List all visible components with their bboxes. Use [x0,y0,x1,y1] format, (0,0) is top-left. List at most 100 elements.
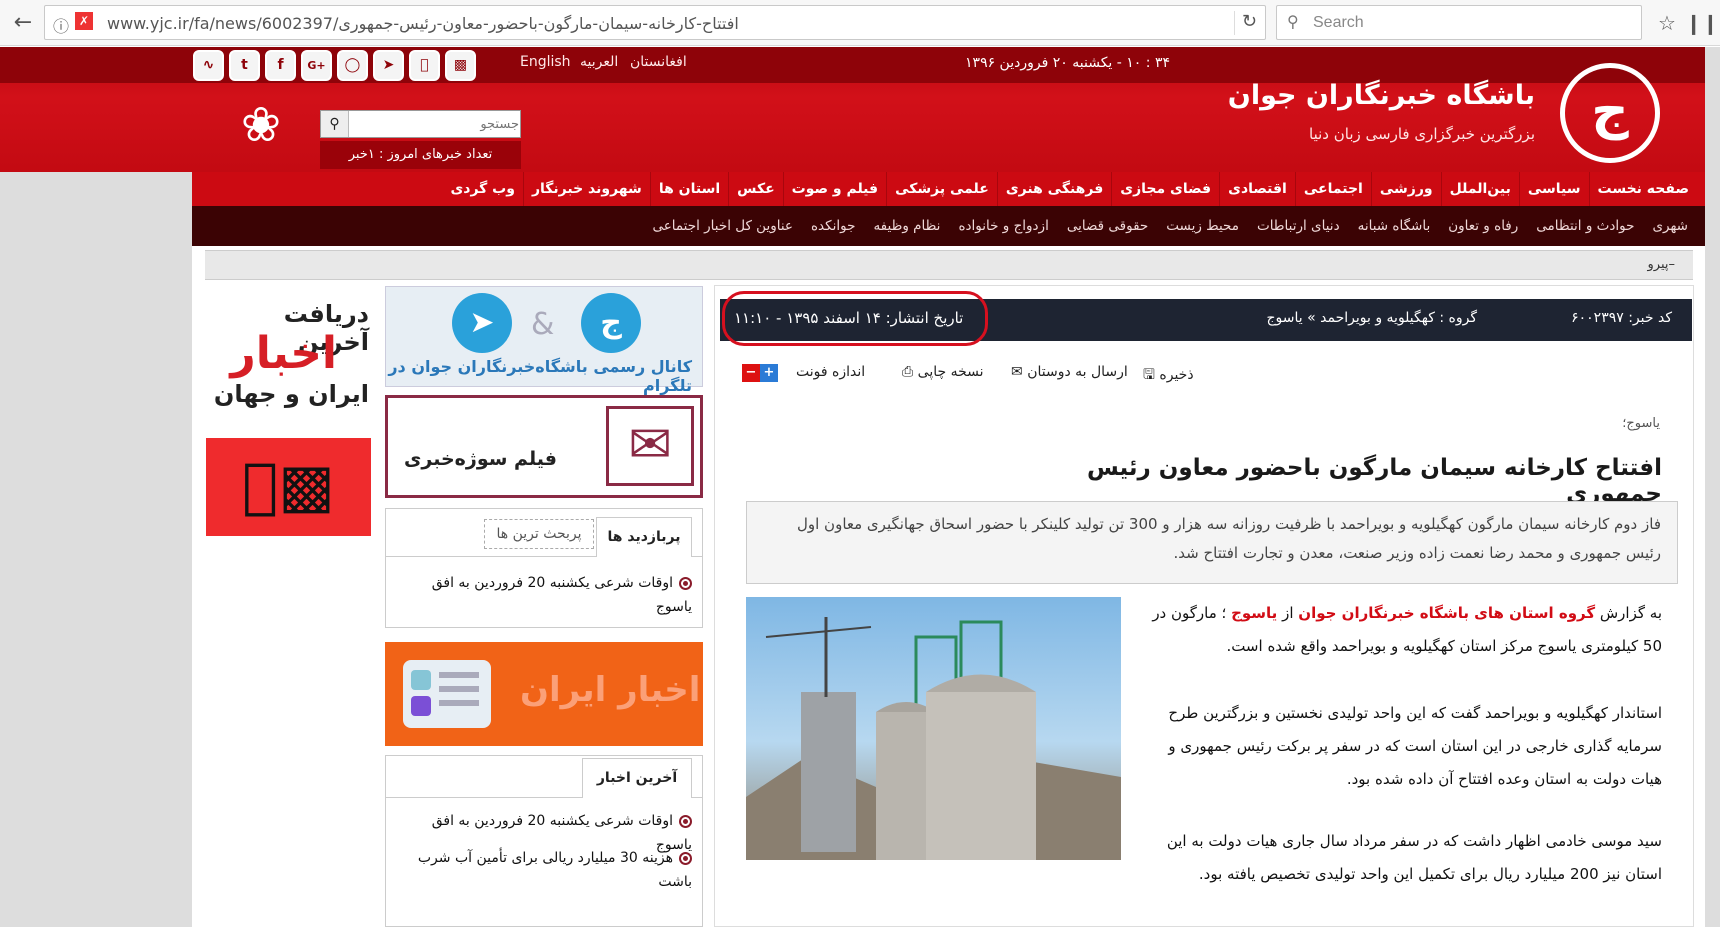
tab-most-viewed[interactable]: پربازدید ها [596,517,692,557]
site-search-button[interactable]: ⚲ [321,111,349,137]
nav-international[interactable]: بین‌الملل [1440,172,1519,206]
back-button[interactable]: ← [6,6,40,40]
article-lead: فاز دوم کارخانه سیمان مارگون کهگیلویه و … [746,501,1678,584]
telegram-icon[interactable]: ➤ [373,50,404,81]
print-button[interactable]: نسخه چاپی ⎙ [902,364,984,380]
subnav-item[interactable]: دنیای ارتباطات [1248,218,1349,234]
print-label: نسخه چاپی [917,364,984,380]
blocked-content-icon[interactable]: ✗ [75,12,93,30]
site-title[interactable]: باشگاه خبرنگاران جوان [1160,80,1535,111]
list-item[interactable]: اوقات شرعی یکشنبه 20 فروردین به افق یاسو… [397,571,692,619]
subnav-item[interactable]: محیط زیست [1157,218,1248,234]
tab-latest-news[interactable]: آخرین اخبار [582,758,692,798]
list-item-text: هزینه 30 میلیارد ریالی برای تأمین آب شرب… [417,850,692,890]
reload-icon[interactable]: ↻ [1242,11,1257,32]
subnav-item[interactable]: عناوین کل اخبار اجتماعی [643,218,802,234]
urlbar-divider [1234,11,1235,35]
font-decrease-icon[interactable]: − [742,364,760,382]
apple-icon[interactable]:  [409,50,440,81]
source-link[interactable]: گروه استان های باشگاه خبرنگاران جوان [1298,604,1595,622]
subnav-item[interactable]: شهری [1643,218,1697,234]
article-paragraph-1: به گزارش گروه استان های باشگاه خبرنگاران… [1135,597,1662,663]
nav-politics[interactable]: سیاسی [1518,172,1589,206]
news-card-icon [403,660,491,728]
facebook-icon[interactable]: f [265,50,296,81]
cement-plant-photo [746,597,1121,860]
nav-social[interactable]: اجتماعی [1294,172,1371,206]
browser-search-placeholder: Search [1313,14,1364,31]
subnav-item[interactable]: حوادث و انتظامی [1527,218,1643,234]
rss-icon[interactable]: ∿ [193,50,224,81]
font-size-controls: + − [742,364,778,382]
news-count: تعداد خبرهای امروز : ۱خبر [320,141,521,169]
nav-sports[interactable]: ورزشی [1370,172,1441,206]
address-bar[interactable]: ⓘ ✗ www.yjc.ir/fa/news/6002397/افتتاح-کا… [44,5,1266,40]
sub-nav: شهری حوادث و انتظامی رفاه و تعاون باشگاه… [192,206,1705,246]
film-news-banner[interactable]: ✉ فیلم سوژه‌خبری [385,395,703,498]
twitter-icon[interactable]: t [229,50,260,81]
subnav-item[interactable]: باشگاه شبانه [1349,218,1440,234]
iran-banner-text: اخبار ایران [520,670,701,710]
browser-search-box[interactable]: ⚲ Search [1276,5,1642,40]
save-label: ذخیره [1159,367,1194,383]
breadcrumb-text[interactable]: پیرو– [1648,257,1676,272]
subnav-item[interactable]: ازدواج و خانواده [949,218,1057,234]
list-item[interactable]: هزینه 30 میلیارد ریالی برای تأمین آب شرب… [397,846,692,894]
envelope-icon: ✉ [1011,364,1023,380]
lang-afghanistan[interactable]: افغانستان [630,54,687,70]
site-logo-icon[interactable]: ج [1560,63,1660,163]
subnav-item[interactable]: حقوقی قضایی [1058,218,1157,234]
site-search: ⚲ [320,110,521,138]
lang-arabic[interactable]: العربیه [580,54,618,70]
library-icon[interactable]: ❙❙ [1685,6,1719,40]
nav-citizen-reporter[interactable]: شهروند خبرنگار [522,172,650,206]
page-right-background [1705,47,1720,927]
nav-photo[interactable]: عکس [728,172,783,206]
article-paragraph-2: استاندار کهگیلویه و بویراحمد گفت که این … [1168,704,1662,788]
font-increase-icon[interactable]: + [760,364,778,382]
site-search-input[interactable] [351,111,519,137]
page-left-background [0,47,192,927]
yasuj-link[interactable]: یاسوج [1231,604,1277,622]
app-ad-line2: اخبار [230,328,337,379]
android-icon[interactable]: ▩ [445,50,476,81]
film-banner-text: فیلم سوژه‌خبری [404,448,557,470]
publish-date-highlight [722,291,988,346]
telegram-channel-banner[interactable]: ➤ & ج کانال رسمی باشگاه‌خبرنگاران جوان د… [385,286,703,395]
p1-text-a: به گزارش [1599,604,1662,622]
bullet-icon [679,851,692,865]
dateline-location: یاسوج؛ [1622,416,1660,431]
nav-science[interactable]: علمی پزشکی [886,172,997,206]
iran-news-banner[interactable]: اخبار ایران [385,642,703,746]
subnav-item[interactable]: رفاه و تعاون [1439,218,1527,234]
google-plus-icon[interactable]: G+ [301,50,332,81]
nav-economy[interactable]: اقتصادی [1219,172,1295,206]
info-icon[interactable]: ⓘ [53,13,69,37]
nav-video-audio[interactable]: فیلم و صوت [782,172,886,206]
bullet-icon [679,576,692,590]
bookmark-star-icon[interactable]: ☆ [1650,6,1684,40]
nav-provinces[interactable]: استان ها [649,172,728,206]
app-download-ad[interactable]: دریافت آخرین اخبار ایران و جهان ▩ [206,286,371,536]
nav-culture[interactable]: فرهنگی هنری [996,172,1111,206]
save-button[interactable]: ذخیره 🖫 [1143,364,1194,388]
popular-news-box: پربازدید ها پربحث ترین ها اوقات شرعی یکش… [385,508,703,628]
nav-web-browse[interactable]: وب گردی [442,172,523,206]
news-group[interactable]: گروه : کهگیلویه و بویراحمد » یاسوج [1267,310,1477,326]
lang-english[interactable]: English [520,54,571,70]
nav-cyberspace[interactable]: فضای مجازی [1111,172,1219,206]
irib-emblem-icon: ❀ [240,97,282,153]
cement-plant-illustration [746,617,1121,860]
apple-android-icon: ▩ [206,438,371,536]
subnav-item[interactable]: نظام وظیفه [864,218,949,234]
list-item-text: اوقات شرعی یکشنبه 20 فروردین به افق یاسو… [431,575,692,615]
bullet-icon [679,814,692,828]
site-subtitle: بزرگترین خبرگزاری فارسی زبان دنیا [1309,125,1535,143]
instagram-icon[interactable]: ◯ [337,50,368,81]
send-label: ارسال به دوستان [1027,364,1128,380]
save-icon: 🖫 [1143,367,1155,383]
tab-most-discussed[interactable]: پربحث ترین ها [484,519,594,549]
nav-home[interactable]: صفحه نخست [1588,172,1697,206]
send-to-friends-button[interactable]: ارسال به دوستان ✉ [1011,364,1128,380]
subnav-item[interactable]: جوانکده [802,218,864,234]
